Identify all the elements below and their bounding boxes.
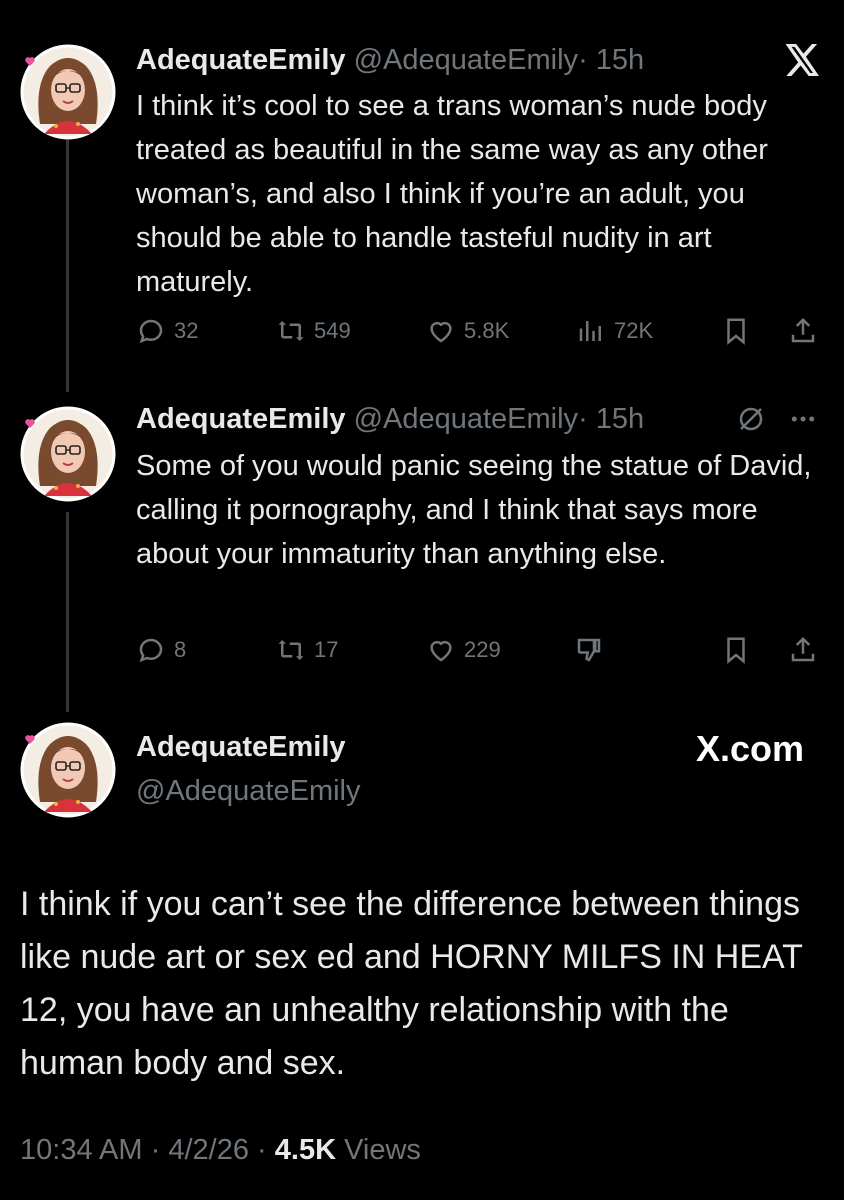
like-count: 5.8K xyxy=(464,318,510,343)
repost-icon xyxy=(278,321,304,341)
reply-icon xyxy=(139,319,163,344)
tweet-date[interactable]: 4/2/26 xyxy=(168,1134,249,1166)
thread-line-2 xyxy=(66,512,69,712)
reply-count: 8 xyxy=(174,637,187,662)
dislike-icon xyxy=(577,638,601,662)
display-name[interactable]: AdequateEmily xyxy=(136,731,346,764)
tweet-actions: 32 549 5.8K 72K xyxy=(136,311,826,351)
tweet-text: I think if you can’t see the difference … xyxy=(20,885,803,1082)
tweet-text: I think it’s cool to see a trans woman’s… xyxy=(136,90,768,298)
separator: · xyxy=(150,1134,161,1166)
views-button[interactable]: 72K xyxy=(576,311,653,351)
reply-count: 32 xyxy=(174,318,199,343)
grok-icon[interactable] xyxy=(736,404,766,434)
bookmark-button[interactable] xyxy=(721,630,751,670)
views-icon xyxy=(579,321,601,341)
brand-label: X.com xyxy=(695,728,804,769)
avatar[interactable] xyxy=(20,722,116,818)
user-handle[interactable]: @AdequateEmily xyxy=(354,403,579,435)
repost-button[interactable]: 549 xyxy=(276,311,351,351)
share-button[interactable] xyxy=(788,311,818,351)
repost-count: 17 xyxy=(314,637,339,662)
heart-icon xyxy=(430,321,452,343)
user-handle[interactable]: @AdequateEmily xyxy=(136,775,361,808)
like-button[interactable]: 229 xyxy=(426,630,501,670)
repost-button[interactable]: 17 xyxy=(276,630,338,670)
dislike-button[interactable] xyxy=(574,630,604,670)
more-icon[interactable] xyxy=(786,404,820,434)
repost-count: 549 xyxy=(314,318,351,343)
avatar[interactable] xyxy=(20,406,116,502)
like-button[interactable]: 5.8K xyxy=(426,311,509,351)
tweet-time[interactable]: 10:34 AM xyxy=(20,1134,143,1166)
share-button[interactable] xyxy=(788,630,818,670)
share-icon xyxy=(791,636,815,662)
tweet-actions: 8 17 229 xyxy=(136,630,826,670)
tweet-meta: 10:34 AM · 4/2/26 · 4.5K Views xyxy=(20,1134,421,1167)
views-count[interactable]: 4.5K xyxy=(275,1134,336,1166)
avatar[interactable] xyxy=(20,44,116,140)
x-logo-icon xyxy=(785,44,819,76)
tweet-time[interactable]: · 15h xyxy=(578,403,644,435)
tweet-text: Some of you would panic seeing the statu… xyxy=(136,450,812,570)
tweet-time[interactable]: · 15h xyxy=(578,44,644,76)
share-icon xyxy=(791,317,815,343)
repost-icon xyxy=(278,640,304,660)
like-count: 229 xyxy=(464,637,501,662)
reply-icon xyxy=(139,638,163,663)
reply-button[interactable]: 8 xyxy=(136,630,186,670)
display-name[interactable]: AdequateEmily xyxy=(136,44,346,76)
separator: · xyxy=(257,1134,267,1166)
bookmark-button[interactable] xyxy=(721,311,751,351)
reply-button[interactable]: 32 xyxy=(136,311,198,351)
thread-line-1 xyxy=(66,140,69,392)
bookmark-icon xyxy=(727,318,745,345)
views-count: 72K xyxy=(614,318,654,343)
heart-icon xyxy=(430,640,452,662)
bookmark-icon xyxy=(727,637,745,664)
display-name[interactable]: AdequateEmily xyxy=(136,403,346,435)
views-label: Views xyxy=(344,1134,421,1166)
user-handle[interactable]: @AdequateEmily xyxy=(354,44,579,76)
